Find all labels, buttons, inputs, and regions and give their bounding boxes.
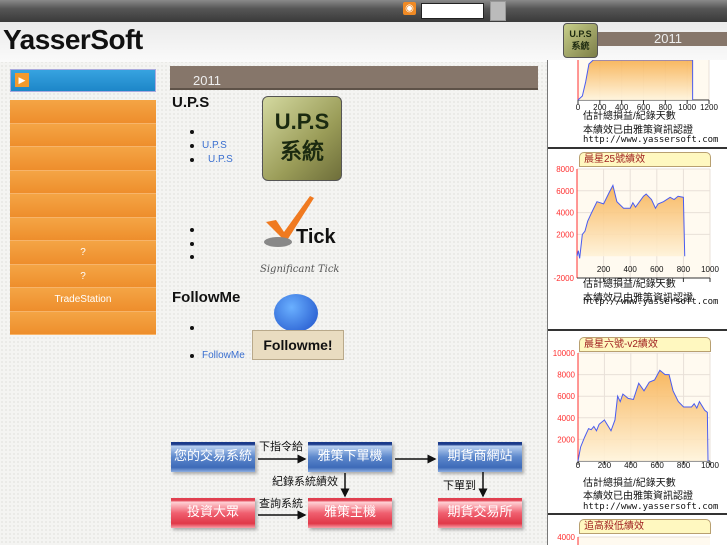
sidebar-menu: ? ? TradeStation bbox=[10, 100, 156, 335]
ups-link[interactable]: U.P.S bbox=[190, 140, 227, 151]
tick-logo-text: Tick bbox=[296, 226, 336, 248]
sidebar-item-tradestation[interactable]: TradeStation bbox=[10, 288, 156, 312]
diagram-box-your-system: 您的交易系統 bbox=[171, 442, 255, 472]
sidebar-item[interactable]: ? bbox=[10, 264, 156, 288]
chart-url: http://www.yassersoft.com bbox=[583, 297, 719, 307]
series-area bbox=[578, 60, 693, 100]
chart-caption: 估計總損益/紀錄天數 bbox=[583, 111, 676, 122]
chart-url: http://www.yassersoft.com bbox=[583, 135, 719, 145]
x-tick-label: 0 bbox=[576, 103, 581, 112]
sidebar-item[interactable] bbox=[10, 311, 156, 335]
x-tick-label: 600 bbox=[651, 461, 665, 470]
chart-4: 4000 bbox=[557, 533, 710, 545]
y-tick-label: 6000 bbox=[557, 392, 575, 401]
divider bbox=[548, 513, 727, 515]
x-tick-label: 400 bbox=[624, 461, 638, 470]
search-button[interactable] bbox=[490, 1, 506, 21]
x-tick-label: 800 bbox=[677, 265, 691, 274]
sidebar-item[interactable] bbox=[10, 100, 156, 124]
sidebar-item[interactable] bbox=[10, 123, 156, 147]
rss-icon[interactable]: ◉ bbox=[403, 2, 416, 15]
x-tick-label: 1000 bbox=[701, 461, 719, 470]
y-tick-label: 10000 bbox=[553, 350, 576, 358]
y-tick-label: 8000 bbox=[557, 371, 575, 380]
y-tick-label: 2000 bbox=[556, 230, 574, 239]
followme-link[interactable]: FollowMe bbox=[190, 350, 245, 361]
performance-sidebar: 0 200 400 600 800 1000 1200 估計總損益/紀錄天數 本績效已由雅策… bbox=[547, 60, 727, 545]
followme-logo[interactable]: Followme! bbox=[252, 292, 344, 372]
y-tick-label: 2000 bbox=[557, 435, 575, 444]
plot-area bbox=[578, 537, 710, 545]
sidebar-item[interactable] bbox=[10, 217, 156, 241]
chart-caption: 本績效已由雅策資訊認證 bbox=[583, 491, 693, 502]
sidebar-item[interactable] bbox=[10, 194, 156, 218]
search-input[interactable] bbox=[421, 3, 484, 19]
ups-system-logo[interactable]: U.P.S 系統 bbox=[262, 96, 342, 181]
diagram-arrow bbox=[478, 472, 488, 498]
top-bar: ◉ bbox=[0, 0, 727, 22]
divider bbox=[548, 329, 727, 331]
chart-2: -2000 2000 4000 6000 8000 200 400 600 800 1000 bbox=[554, 165, 720, 283]
sidebar-item[interactable] bbox=[10, 147, 156, 171]
y-tick-label: 8000 bbox=[556, 165, 574, 174]
chart-caption: 估計總損益/紀錄天數 bbox=[583, 279, 676, 290]
divider bbox=[548, 147, 727, 149]
sidebar-top-item[interactable]: ▶ bbox=[10, 69, 156, 92]
ups-title: U.P.S bbox=[172, 94, 210, 111]
chart-url: http://www.yassersoft.com bbox=[583, 502, 719, 512]
followme-title: FollowMe bbox=[172, 289, 241, 306]
tick-tagline: Significant Tick bbox=[260, 264, 340, 275]
y-tick-label: 4000 bbox=[557, 414, 575, 423]
tick-logo[interactable]: Tick bbox=[258, 192, 340, 252]
x-tick-label: 1200 bbox=[700, 103, 718, 112]
x-tick-label: 400 bbox=[624, 265, 638, 274]
followme-sign: Followme! bbox=[252, 330, 344, 360]
x-tick-label: 200 bbox=[597, 265, 611, 274]
site-logo[interactable]: YasserSoft bbox=[3, 24, 143, 56]
diagram-arrows bbox=[258, 454, 437, 520]
sidebar: ▶ ? ? TradeStation bbox=[10, 69, 156, 335]
bird-icon bbox=[274, 294, 318, 332]
x-tick-label: 1000 bbox=[678, 103, 696, 112]
main-heading-bar: 2011 bbox=[170, 66, 538, 90]
diagram-box-public: 投資大眾 bbox=[171, 498, 255, 528]
sidebar-item[interactable]: ? bbox=[10, 241, 156, 265]
play-icon: ▶ bbox=[15, 73, 29, 87]
x-tick-label: 800 bbox=[677, 461, 691, 470]
x-tick-label: 1000 bbox=[701, 265, 719, 274]
y-tick-label: 4000 bbox=[557, 533, 575, 542]
y-tick-label: 6000 bbox=[556, 187, 574, 196]
chart-caption: 本績效已由雅策資訊認證 bbox=[583, 125, 693, 136]
y-tick-label: 4000 bbox=[556, 209, 574, 218]
ups-link[interactable]: U.P.S bbox=[190, 154, 233, 165]
ups-badge-icon[interactable]: U.P.S 系統 bbox=[563, 23, 598, 58]
sidebar-item[interactable] bbox=[10, 170, 156, 194]
x-tick-label: 600 bbox=[650, 265, 664, 274]
y-tick-label: -2000 bbox=[554, 274, 575, 283]
x-tick-label: 200 bbox=[598, 461, 612, 470]
x-tick-label: 0 bbox=[576, 461, 581, 470]
chart-3: 2000 4000 6000 8000 10000 0 200 400 600 800 1000 bbox=[553, 350, 720, 470]
